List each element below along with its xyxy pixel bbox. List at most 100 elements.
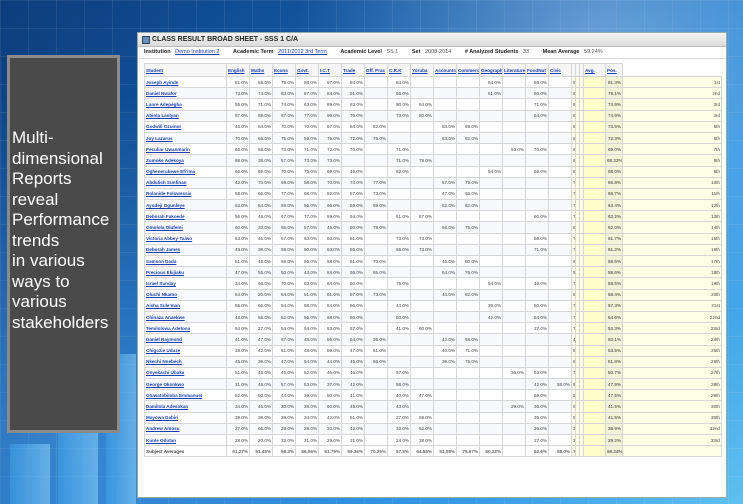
- student-name-link[interactable]: Aisha Sule'man: [144, 299, 227, 312]
- score-cell: 39.0%: [249, 355, 273, 368]
- spacer-cell: 30th: [622, 400, 722, 413]
- student-name-link[interactable]: Omolola Olufemi: [144, 221, 227, 234]
- student-name-link[interactable]: Godwill Ozuinor: [144, 120, 227, 133]
- column-header[interactable]: C.R.K: [387, 63, 411, 77]
- student-name-link[interactable]: Oluwatobiloba Emmanuel: [144, 389, 227, 402]
- student-name-link[interactable]: Daniel Nwafor: [144, 87, 227, 100]
- column-header[interactable]: Yoruba: [410, 63, 434, 77]
- column-header[interactable]: I.C.T: [318, 63, 342, 77]
- student-name-link[interactable]: Joy Lazarus: [144, 131, 227, 145]
- student-name-link[interactable]: Peculiar Uwanmarin: [144, 143, 227, 156]
- column-header[interactable]: Civic: [548, 63, 572, 77]
- column-header[interactable]: Student: [144, 63, 227, 77]
- column-header[interactable]: Pos.: [605, 63, 623, 77]
- position-cell: 69.0%: [605, 143, 623, 156]
- student-name-link[interactable]: Precious Ekijiaku: [144, 266, 227, 279]
- student-name-link[interactable]: Mayowa Dabiri: [144, 411, 227, 424]
- student-name-link[interactable]: Deborah James: [144, 243, 227, 257]
- score-cell: [433, 310, 457, 324]
- score-cell: 65.0%: [249, 75, 273, 89]
- score-cell: [548, 310, 572, 324]
- student-name-link[interactable]: Andrew Amosu: [144, 422, 227, 436]
- spacer-cell: 17th: [622, 254, 722, 268]
- position-cell: 73.5%: [605, 120, 623, 133]
- column-header[interactable]: Geography: [479, 63, 503, 77]
- mean-label: Mean Average: [542, 49, 580, 55]
- score-cell: 35.0%: [249, 154, 273, 167]
- student-name-link[interactable]: Oluchi Nkamo: [144, 288, 227, 301]
- student-name-link[interactable]: Temilolowa Adetona: [144, 322, 227, 335]
- score-cell: [433, 87, 457, 100]
- student-name-link[interactable]: Kunle Odutan: [144, 433, 227, 447]
- student-name-link[interactable]: Zumoke Adekoya: [144, 154, 227, 167]
- student-name-link[interactable]: Deborah Fakoede: [144, 210, 227, 223]
- student-name-link[interactable]: Israel Sunday: [144, 277, 227, 290]
- score-cell: [502, 131, 526, 145]
- score-cell: 75.0%: [272, 131, 296, 145]
- column-header[interactable]: Govt.: [295, 63, 319, 77]
- score-cell: 67.0%: [410, 210, 434, 223]
- score-cell: [479, 176, 503, 189]
- spacer-cell: 28th: [622, 378, 722, 391]
- student-name-link[interactable]: Onyekachi Ubaka: [144, 366, 227, 380]
- column-header[interactable]: Avg.: [583, 63, 606, 77]
- student-name-link[interactable]: Rolanide Folowessis: [144, 187, 227, 201]
- spacer-cell: 5th: [622, 120, 722, 133]
- score-cell: [433, 165, 457, 178]
- student-name-link[interactable]: Victoria Abbey-Taiwo: [144, 232, 227, 245]
- score-cell: [548, 355, 572, 368]
- position-cell: 58.4%: [605, 288, 623, 301]
- student-name-link[interactable]: Daniel Raymond: [144, 333, 227, 346]
- column-header[interactable]: Maths: [249, 63, 273, 77]
- score-cell: 70.0%: [249, 176, 273, 189]
- student-name-link[interactable]: Chigozie Uduze: [144, 344, 227, 357]
- student-name-link[interactable]: Samson Dada: [144, 254, 227, 268]
- score-cell: [433, 75, 457, 89]
- student-name-link[interactable]: Nkechi Nnebech: [144, 355, 227, 368]
- score-cell: [479, 366, 503, 380]
- score-cell: 66.0%: [387, 87, 411, 100]
- score-cell: 66.0%: [249, 422, 273, 436]
- score-cell: 69.0%: [272, 176, 296, 189]
- spacer-cell: 7th: [622, 143, 722, 156]
- score-cell: 54.0%: [479, 165, 503, 178]
- student-name-link[interactable]: Abiola Lanlyan: [144, 109, 227, 122]
- score-cell: [548, 333, 572, 346]
- student-name-link[interactable]: Oghenerukewe Efi'ima: [144, 165, 227, 178]
- score-cell: [387, 120, 411, 133]
- student-name-link[interactable]: Ayodeji Ogunleye: [144, 199, 227, 212]
- student-name-link[interactable]: Lanre Adepegba: [144, 98, 227, 111]
- score-cell: 64.0%: [433, 266, 457, 279]
- score-cell: 67.0%: [272, 210, 296, 223]
- score-cell: 55.0%: [295, 310, 319, 324]
- column-header[interactable]: Literature: [502, 63, 526, 77]
- column-header[interactable]: FoodNut: [525, 63, 549, 77]
- student-name-link[interactable]: Joseph Ayinde: [144, 75, 227, 89]
- student-name-link[interactable]: Damilola Adesokan: [144, 400, 227, 413]
- term-link[interactable]: 2011/2012 3rd Term: [278, 49, 327, 55]
- institution-link[interactable]: Demo Institution 2: [175, 49, 219, 55]
- column-header[interactable]: Trade: [341, 63, 365, 77]
- student-name-link[interactable]: George Okonkwo: [144, 378, 227, 391]
- column-header[interactable]: Commerce: [456, 63, 480, 77]
- spacer-cell: 26th: [622, 355, 722, 368]
- score-cell: 84.0%: [387, 75, 411, 89]
- score-cell: 60.0%: [525, 210, 549, 223]
- column-header[interactable]: Econs: [272, 63, 296, 77]
- score-cell: [548, 87, 572, 100]
- set-value: 2008-2014: [424, 49, 452, 55]
- student-name-link[interactable]: Abdulish Sunfinan: [144, 176, 227, 189]
- score-cell: 20.0%: [249, 433, 273, 447]
- score-cell: 70.0%: [295, 120, 319, 133]
- column-header[interactable]: English: [226, 63, 250, 77]
- score-cell: 64.0%: [272, 288, 296, 301]
- column-header[interactable]: Off. Prac: [364, 63, 388, 77]
- student-name-link[interactable]: Chinaza Anaekwe: [144, 310, 227, 324]
- score-cell: 79.0%: [456, 176, 480, 189]
- score-cell: 63.0%: [295, 98, 319, 111]
- column-header[interactable]: Accounts: [433, 63, 457, 77]
- score-cell: [479, 433, 503, 447]
- average-cell: [583, 322, 606, 335]
- score-cell: 51.0%: [272, 344, 296, 357]
- score-cell: 53.0%: [525, 366, 549, 380]
